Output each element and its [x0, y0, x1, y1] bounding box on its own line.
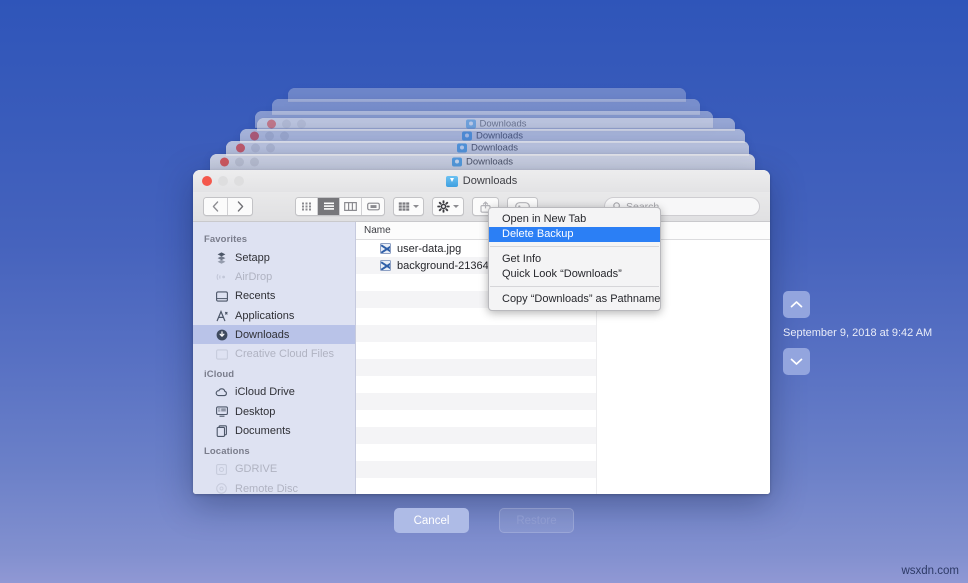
stacked-window-title-text: Downloads [471, 143, 518, 154]
sidebar-item-documents[interactable]: Documents [193, 421, 355, 440]
context-menu: Open in New Tab Delete Backup Get Info Q… [488, 207, 661, 311]
sidebar-item-label: GDRIVE [235, 463, 277, 475]
stacked-window-title-text: Downloads [480, 119, 527, 130]
downloads-folder-icon [462, 131, 472, 140]
forward-button[interactable] [228, 198, 252, 215]
menu-separator [490, 286, 659, 287]
sidebar-item-label: Setapp [235, 252, 270, 264]
sidebar-item-creative-cloud-files[interactable]: Creative Cloud Files [193, 344, 355, 363]
stacked-window-title-text: Downloads [466, 157, 513, 168]
navigation-buttons [203, 197, 253, 216]
restore-button: Restore [499, 508, 574, 533]
watermark: wsxdn.com [901, 565, 959, 577]
sidebar-item-label: iCloud Drive [235, 386, 295, 398]
finder-titlebar[interactable]: Downloads [193, 170, 770, 192]
downloads-folder-icon [446, 176, 458, 187]
chevron-down-icon [413, 205, 419, 208]
next-snapshot-button[interactable] [783, 348, 810, 375]
finder-sidebar: Favorites Setapp AirDrop Recents [193, 222, 356, 494]
stacked-window-title: Downloads [226, 143, 749, 154]
menu-item-open-in-new-tab[interactable]: Open in New Tab [489, 211, 660, 227]
airdrop-icon [215, 270, 228, 283]
recents-icon [215, 290, 228, 303]
column-view-button[interactable] [340, 198, 362, 215]
stacked-window-title: Downloads [210, 157, 755, 168]
remote-disc-icon [215, 482, 228, 494]
sidebar-item-desktop[interactable]: Desktop [193, 402, 355, 421]
chevron-down-icon [790, 357, 803, 366]
creative-cloud-icon [215, 348, 228, 361]
stacked-window[interactable]: Downloads [210, 154, 755, 171]
chevron-down-icon [453, 205, 459, 208]
list-view-button[interactable] [318, 198, 340, 215]
sidebar-item-label: Applications [235, 310, 294, 322]
file-name: user-data.jpg [397, 243, 461, 255]
sidebar-item-airdrop[interactable]: AirDrop [193, 267, 355, 286]
menu-item-copy-as-pathname[interactable]: Copy “Downloads” as Pathname [489, 291, 660, 307]
menu-item-get-info[interactable]: Get Info [489, 251, 660, 267]
cancel-button[interactable]: Cancel [394, 508, 469, 533]
sidebar-section-header-icloud: iCloud [193, 364, 355, 383]
chevron-up-icon [790, 300, 803, 309]
action-buttons: Cancel Restore [0, 508, 968, 533]
sidebar-item-recents[interactable]: Recents [193, 287, 355, 306]
downloads-icon [215, 328, 228, 341]
applications-icon [215, 309, 228, 322]
downloads-folder-icon [466, 120, 476, 129]
column-header-name: Name [364, 225, 391, 236]
finder-title-text: Downloads [463, 175, 517, 187]
action-gear-button[interactable] [432, 197, 464, 216]
gallery-view-button[interactable] [362, 198, 384, 215]
sidebar-item-label: AirDrop [235, 271, 272, 283]
sidebar-item-label: Desktop [235, 406, 275, 418]
sidebar-item-icloud-drive[interactable]: iCloud Drive [193, 383, 355, 402]
sidebar-item-applications[interactable]: Applications [193, 306, 355, 325]
view-mode-buttons [295, 197, 385, 216]
stacked-window-title: Downloads [257, 119, 735, 130]
sidebar-section-header-favorites: Favorites [193, 229, 355, 248]
stacked-window-title: Downloads [240, 130, 745, 141]
sidebar-item-label: Documents [235, 425, 291, 437]
timeline-navigation: September 9, 2018 at 9:42 AM [783, 291, 963, 375]
downloads-folder-icon [452, 158, 462, 167]
setapp-icon [215, 251, 228, 264]
sidebar-item-remote-disc[interactable]: Remote Disc [193, 479, 355, 494]
drive-icon [215, 463, 228, 476]
sidebar-item-label: Downloads [235, 329, 289, 341]
stacked-window-titlebar: Downloads [210, 154, 755, 171]
snapshot-timestamp: September 9, 2018 at 9:42 AM [783, 327, 932, 339]
icon-view-button[interactable] [296, 198, 318, 215]
menu-item-quick-look[interactable]: Quick Look “Downloads” [489, 267, 660, 283]
finder-toolbar: Search [193, 192, 770, 222]
downloads-folder-icon [457, 144, 467, 153]
icloud-icon [215, 386, 228, 399]
menu-separator [490, 246, 659, 247]
sidebar-item-downloads[interactable]: Downloads [193, 325, 355, 344]
group-by-button[interactable] [393, 197, 424, 216]
finder-window[interactable]: Downloads [193, 170, 770, 494]
stacked-window-title-text: Downloads [476, 130, 523, 141]
finder-body: Favorites Setapp AirDrop Recents [193, 222, 770, 494]
sidebar-item-label: Remote Disc [235, 483, 298, 494]
sidebar-item-gdrive[interactable]: GDRIVE [193, 460, 355, 479]
previous-snapshot-button[interactable] [783, 291, 810, 318]
image-file-icon [380, 260, 391, 271]
back-button[interactable] [204, 198, 228, 215]
sidebar-item-label: Recents [235, 290, 275, 302]
sidebar-item-label: Creative Cloud Files [235, 348, 334, 360]
finder-title: Downloads [193, 175, 770, 187]
sidebar-section-header-locations: Locations [193, 441, 355, 460]
documents-icon [215, 425, 228, 438]
sidebar-item-setapp[interactable]: Setapp [193, 248, 355, 267]
image-file-icon [380, 243, 391, 254]
desktop-icon [215, 405, 228, 418]
menu-item-delete-backup[interactable]: Delete Backup [489, 227, 660, 243]
